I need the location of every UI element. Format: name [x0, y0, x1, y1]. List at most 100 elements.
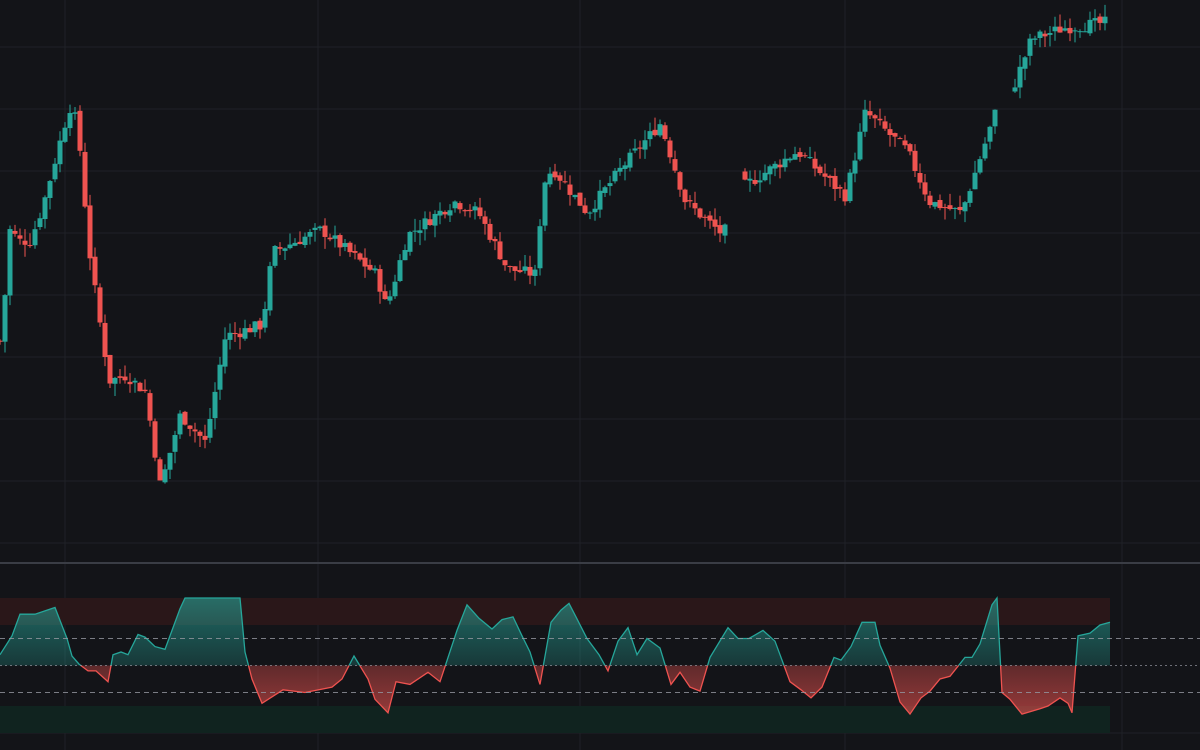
candle [267, 261, 273, 316]
candle-body [12, 230, 18, 234]
candle-body [1022, 57, 1028, 69]
candle [537, 219, 543, 276]
candle [157, 457, 163, 481]
candle-body [532, 269, 538, 276]
candle-body [47, 181, 53, 198]
candle-body [32, 229, 38, 246]
candle-body [977, 159, 983, 173]
candle-body [967, 191, 973, 203]
candle-body [912, 150, 918, 171]
candle-body [1012, 87, 1018, 92]
candle-body [947, 205, 953, 210]
candle-body [552, 171, 558, 178]
candle [847, 169, 853, 203]
candle-body [372, 268, 378, 271]
candle-body [982, 143, 988, 159]
candle-body [332, 235, 338, 239]
candle-body [182, 411, 188, 425]
candle-body [337, 235, 343, 248]
candle-body [392, 281, 398, 297]
candle-body [857, 131, 863, 160]
candle-body [22, 240, 28, 245]
candle-body [587, 212, 593, 214]
candle-body [37, 218, 43, 228]
candle-body [1017, 66, 1023, 88]
candle-body [597, 190, 603, 210]
candle-body [557, 175, 563, 181]
candle-body [107, 354, 113, 384]
candle-body [502, 260, 508, 266]
candle-body [82, 151, 88, 207]
candle-body [632, 148, 638, 151]
candle-body [802, 155, 808, 157]
candle-body [852, 160, 858, 174]
candle-body [707, 215, 713, 221]
candle-body [932, 202, 938, 207]
candle-body [907, 144, 913, 152]
candle-body [17, 235, 23, 239]
candle-body [837, 187, 843, 189]
candle-body [212, 391, 218, 419]
candle-body [52, 163, 58, 180]
candle-body [487, 223, 493, 240]
candle [577, 192, 583, 207]
candle-body [1097, 16, 1103, 23]
candle-body [607, 183, 613, 187]
candle-body [567, 184, 573, 195]
candle-body [1057, 26, 1063, 33]
candle-body [887, 129, 893, 136]
candle-body [147, 393, 153, 421]
chart-svg [0, 0, 1200, 750]
candle-body [267, 266, 273, 311]
candle-body [132, 380, 138, 383]
candle-body [682, 189, 688, 203]
candle-body [937, 199, 943, 209]
candle-body [1077, 31, 1083, 33]
candle-body [427, 219, 433, 226]
candle-body [2, 295, 8, 342]
candle-body [1072, 30, 1078, 32]
candle-body [712, 219, 718, 227]
candle-body [342, 243, 348, 247]
candle-body [692, 202, 698, 209]
candle-body [92, 256, 98, 286]
candle-body [877, 118, 883, 121]
candle-body [847, 172, 853, 202]
candle-body [242, 328, 248, 339]
candle-body [87, 205, 93, 259]
candle-body [327, 237, 333, 240]
candle-body [177, 413, 183, 435]
candle-body [717, 225, 723, 234]
candle-body [237, 333, 243, 338]
candle-body [637, 147, 643, 149]
candle-body [192, 429, 198, 432]
candle-body [942, 207, 948, 209]
candle-body [1027, 38, 1033, 56]
candle-body [247, 328, 253, 333]
candle-body [447, 210, 453, 216]
candle [7, 225, 13, 306]
candle-body [507, 266, 513, 268]
candle-body [352, 251, 358, 253]
candle-body [872, 115, 878, 119]
candle-body [282, 248, 288, 251]
candle-body [412, 230, 418, 232]
candle-body [572, 194, 578, 198]
candle-body [452, 201, 458, 209]
candle-body [1042, 33, 1048, 37]
candle-body [77, 110, 83, 151]
candle-body [207, 418, 213, 438]
candle-body [442, 211, 448, 215]
candle-body [322, 225, 328, 237]
candle-body [1082, 31, 1088, 33]
candle [97, 283, 103, 327]
candle-body [482, 216, 488, 224]
candle-body [302, 236, 308, 246]
candle-body [1037, 31, 1043, 38]
candle-body [957, 206, 963, 211]
candle-body [642, 140, 648, 150]
candle-body [512, 266, 518, 271]
candle-body [7, 229, 13, 296]
candle-body [367, 264, 373, 270]
candle-body [62, 127, 68, 142]
